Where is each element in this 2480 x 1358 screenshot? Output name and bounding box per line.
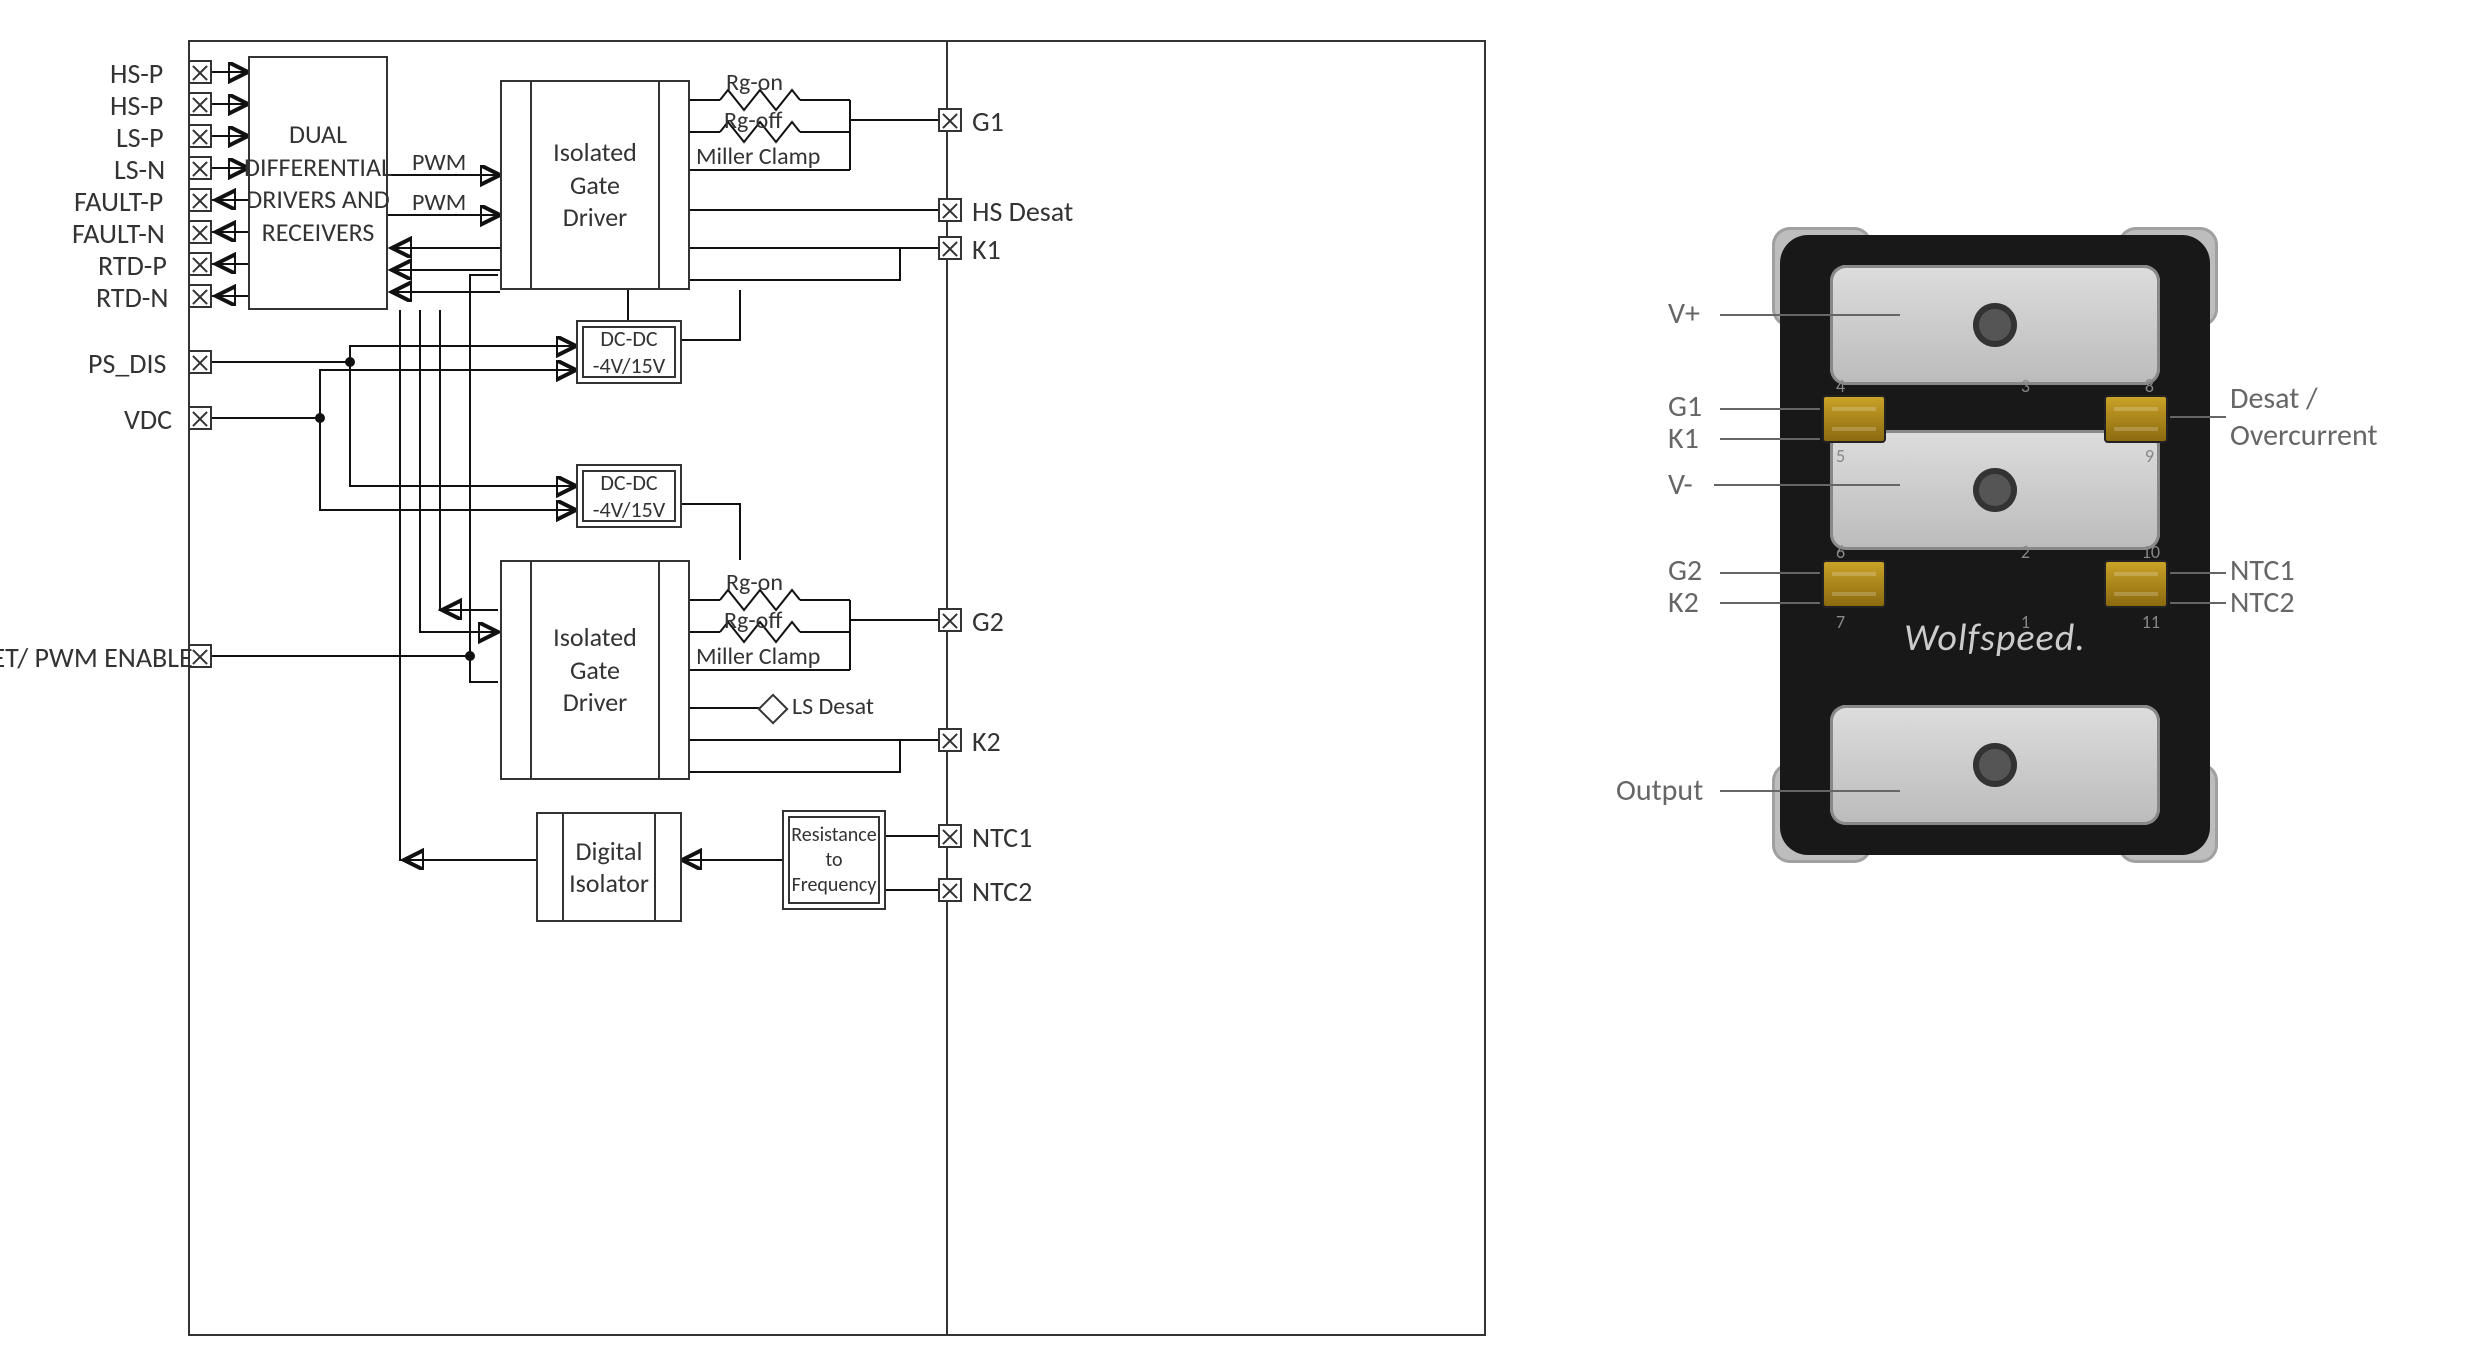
label-rgon-1: Rg-on [726,68,783,97]
module-pinno-3: 3 [2021,375,2030,397]
pin-ps-dis [188,350,212,374]
label-k1: K1 [972,232,1001,267]
label-miller-2: Miller Clamp [696,642,820,671]
label-pwm-1: PWM [412,148,466,177]
diagram-canvas: HS-P HS-P LS-P LS-N FAULT-P FAULT-N RTD-… [20,20,2460,1338]
label-miller-1: Miller Clamp [696,142,820,171]
module-pinno-10: 10 [2142,541,2160,563]
label-ps-dis: PS_DIS [88,346,166,381]
module-conn-g1k1 [1822,395,1886,443]
module-pinno-2: 2 [2021,541,2030,563]
pin-k2 [938,728,962,752]
mod-label-vp: V+ [1668,295,1700,332]
module-conn-desat [2104,395,2168,443]
pin-ls-p [188,124,212,148]
label-hs-desat: HS Desat [972,194,1073,229]
label-reset: RESET/ PWM ENABLE [0,640,186,675]
module-conn-ntc [2104,560,2168,608]
label-fault-n: FAULT-N [72,216,165,251]
block-igd-bot: Isolated Gate Driver [500,560,690,780]
label-hs-p-1: HS-P [110,56,163,91]
pin-g1 [938,108,962,132]
mod-lead-ntc1 [2170,572,2226,574]
label-fault-p: FAULT-P [74,184,163,219]
module-conn-g2k2 [1822,560,1886,608]
label-k2: K2 [972,724,1001,759]
label-rtd-n: RTD-N [96,280,168,315]
module-pinno-8: 8 [2145,375,2154,397]
mod-label-vm: V- [1668,466,1693,503]
label-ntc2: NTC2 [972,874,1032,909]
label-vdc: VDC [124,402,172,437]
module-image: Wolfspeed. 4 3 8 5 9 6 2 10 7 1 11 [1780,235,2210,855]
label-ls-p: LS-P [116,120,164,155]
module-pinno-7: 7 [1836,611,1845,633]
mod-lead-desat [2170,416,2226,418]
mod-lead-k2 [1720,602,1820,604]
pin-rtd-n [188,284,212,308]
mod-label-k2: K2 [1668,584,1699,621]
label-g1: G1 [972,104,1004,139]
block-digital-isolator: Digital Isolator [536,812,682,922]
mod-lead-vp [1720,314,1900,316]
mod-lead-k1 [1720,438,1820,440]
pin-hs-p-1 [188,60,212,84]
mod-lead-vm [1714,484,1900,486]
block-diff-drivers: DUAL DIFFERENTIAL DRIVERS AND RECEIVERS [248,56,388,310]
mod-lead-ntc2 [2170,602,2226,604]
mod-label-desat: Desat / Overcurrent [2230,380,2378,454]
pin-ls-n [188,156,212,180]
label-ntc1: NTC1 [972,820,1032,855]
mod-lead-g2 [1720,572,1820,574]
module-terminal-vm [1830,430,2160,550]
pin-rtd-p [188,252,212,276]
module-pinno-1: 1 [2021,611,2030,633]
mod-lead-g1 [1720,408,1820,410]
block-dcdc-bot: DC-DC -4V/15V [576,464,682,528]
module-pinno-11: 11 [2142,611,2160,633]
label-hs-p-2: HS-P [110,88,163,123]
module-pinno-5: 5 [1836,445,1845,467]
mod-label-ntc2: NTC2 [2230,584,2295,621]
pin-vdc [188,406,212,430]
pin-ntc2 [938,878,962,902]
module-pinno-4: 4 [1836,375,1845,397]
label-rgon-2: Rg-on [726,568,783,597]
mod-label-k1: K1 [1668,420,1699,457]
module-pinno-9: 9 [2145,445,2154,467]
label-rgoff-1: Rg-off [724,106,782,135]
block-dcdc-bot-text: DC-DC -4V/15V [593,469,666,524]
block-igd-bot-text: Isolated Gate Driver [553,621,637,719]
module-pinno-6: 6 [1836,541,1845,563]
module-terminal-out [1830,705,2160,825]
mod-lead-out [1720,790,1900,792]
label-rtd-p: RTD-P [98,248,167,283]
pin-hs-desat [938,198,962,222]
block-igd-top-text: Isolated Gate Driver [553,136,637,234]
pin-ntc1 [938,824,962,848]
block-r2f: Resistance to Frequency [782,810,886,910]
block-digital-isolator-text: Digital Isolator [569,835,649,900]
pin-hs-p-2 [188,92,212,116]
module-terminal-vp [1830,265,2160,385]
block-r2f-text: Resistance to Frequency [791,823,876,898]
pin-fault-p [188,188,212,212]
pin-k1 [938,236,962,260]
mod-label-out: Output [1616,772,1703,809]
pin-fault-n [188,220,212,244]
block-dcdc-top: DC-DC -4V/15V [576,320,682,384]
label-rgoff-2: Rg-off [724,606,782,635]
label-pwm-2: PWM [412,188,466,217]
block-igd-top: Isolated Gate Driver [500,80,690,290]
label-ls-n: LS-N [114,152,165,187]
pin-g2 [938,608,962,632]
block-dcdc-top-text: DC-DC -4V/15V [593,325,666,380]
block-diff-drivers-text: DUAL DIFFERENTIAL DRIVERS AND RECEIVERS [244,118,392,248]
label-g2: G2 [972,604,1004,639]
label-ls-desat: LS Desat [792,692,874,721]
